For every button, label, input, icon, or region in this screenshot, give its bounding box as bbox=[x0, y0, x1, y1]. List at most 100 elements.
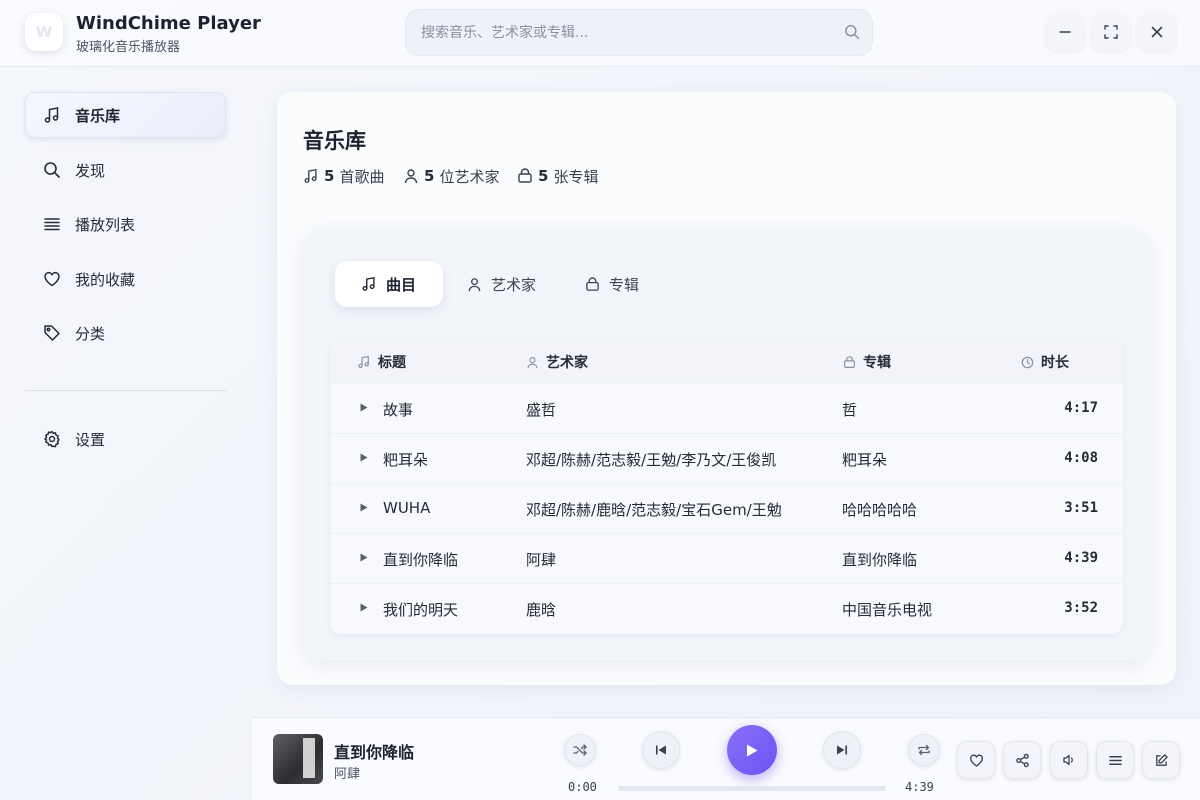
stat-songs-label: 首歌曲 bbox=[339, 167, 385, 186]
stat-albums-label: 张专辑 bbox=[553, 167, 599, 186]
track-title-cell: 我们的明天 bbox=[383, 601, 459, 619]
table-row[interactable]: 粑耳朵 邓超/陈赫/范志毅/王勉/李乃文/王俊凯 粑耳朵 4:08 bbox=[330, 433, 1123, 483]
sidebar-item-label: 设置 bbox=[75, 430, 106, 449]
minimize-icon bbox=[1059, 26, 1071, 38]
stat-songs: 5 首歌曲 bbox=[303, 166, 384, 186]
track-artist-cell: 阿肆 bbox=[526, 551, 557, 569]
track-title-cell: 直到你降临 bbox=[383, 551, 459, 569]
sidebar-item-label: 我的收藏 bbox=[75, 270, 136, 289]
sidebar: 音乐库 发现 播放列表 我的收藏 分类 设置 bbox=[0, 67, 252, 717]
play-pause-button[interactable] bbox=[727, 725, 777, 775]
previous-button[interactable] bbox=[642, 731, 680, 769]
column-header-title[interactable]: 标题 bbox=[357, 352, 406, 372]
clock-icon bbox=[1021, 356, 1034, 369]
play-icon[interactable] bbox=[360, 603, 368, 612]
play-icon bbox=[745, 743, 759, 758]
current-time: 0:00 bbox=[568, 780, 597, 794]
track-album-cell: 粑耳朵 bbox=[842, 451, 888, 469]
tab-artists[interactable]: 艺术家 bbox=[441, 261, 559, 307]
track-duration-cell: 3:51 bbox=[1064, 500, 1098, 516]
tab-albums[interactable]: 专辑 bbox=[559, 261, 663, 307]
sidebar-item-playlists[interactable]: 播放列表 bbox=[25, 201, 226, 247]
column-header-album[interactable]: 专辑 bbox=[843, 352, 891, 372]
sidebar-item-label: 播放列表 bbox=[75, 215, 136, 234]
user-icon bbox=[467, 277, 482, 292]
search-input[interactable] bbox=[421, 9, 831, 56]
heart-icon bbox=[42, 269, 62, 289]
track-album-cell: 中国音乐电视 bbox=[842, 601, 933, 619]
column-header-label: 艺术家 bbox=[546, 355, 588, 371]
play-icon[interactable] bbox=[360, 553, 368, 562]
volume-icon bbox=[1062, 753, 1076, 767]
sidebar-item-favorites[interactable]: 我的收藏 bbox=[25, 256, 226, 302]
table-row[interactable]: 故事 盛哲 哲 4:17 bbox=[330, 383, 1123, 433]
play-icon[interactable] bbox=[360, 453, 368, 462]
edit-icon bbox=[1154, 753, 1169, 768]
sidebar-item-categories[interactable]: 分类 bbox=[25, 310, 226, 356]
now-playing-artist: 阿肆 bbox=[334, 767, 361, 782]
search-icon[interactable] bbox=[844, 24, 860, 40]
queue-button[interactable] bbox=[1096, 741, 1134, 779]
tab-label: 专辑 bbox=[609, 275, 640, 294]
minimize-button[interactable] bbox=[1046, 13, 1084, 51]
column-header-duration[interactable]: 时长 bbox=[1021, 352, 1069, 372]
track-duration-cell: 4:08 bbox=[1064, 450, 1098, 466]
stat-albums: 5 张专辑 bbox=[517, 166, 598, 186]
track-artist-cell: 鹿晗 bbox=[526, 601, 557, 619]
table-row[interactable]: 直到你降临 阿肆 直到你降临 4:39 bbox=[330, 533, 1123, 583]
track-duration-cell: 4:39 bbox=[1064, 550, 1098, 566]
table-row[interactable]: WUHA 邓超/陈赫/鹿晗/范志毅/宝石Gem/王勉 哈哈哈哈哈 3:51 bbox=[330, 483, 1123, 533]
stat-songs-count: 5 bbox=[324, 167, 335, 185]
music-note-icon bbox=[303, 168, 319, 184]
tab-tracks[interactable]: 曲目 bbox=[335, 261, 443, 307]
track-artist-cell: 邓超/陈赫/鹿晗/范志毅/宝石Gem/王勉 bbox=[526, 501, 782, 519]
column-header-artist[interactable]: 艺术家 bbox=[526, 352, 588, 372]
tag-icon bbox=[42, 323, 62, 343]
sidebar-item-library[interactable]: 音乐库 bbox=[25, 92, 226, 138]
progress-bar[interactable] bbox=[618, 786, 886, 791]
shuffle-button[interactable] bbox=[564, 734, 596, 766]
maximize-button[interactable] bbox=[1092, 13, 1130, 51]
stat-artists-label: 位艺术家 bbox=[439, 167, 500, 186]
music-note-icon bbox=[357, 355, 371, 369]
app-subtitle: 玻璃化音乐播放器 bbox=[76, 40, 181, 55]
sidebar-item-label: 音乐库 bbox=[75, 106, 121, 125]
sidebar-divider bbox=[25, 390, 226, 391]
table-row[interactable]: 我们的明天 鹿晗 中国音乐电视 3:52 bbox=[330, 583, 1123, 633]
previous-icon bbox=[655, 744, 667, 756]
search-box[interactable] bbox=[405, 9, 873, 56]
edit-button[interactable] bbox=[1142, 741, 1180, 779]
close-button[interactable] bbox=[1138, 13, 1176, 51]
album-icon bbox=[843, 355, 856, 369]
share-button[interactable] bbox=[1003, 741, 1041, 779]
track-title-cell: 粑耳朵 bbox=[383, 451, 429, 469]
gear-icon bbox=[42, 429, 62, 449]
heart-icon bbox=[969, 753, 984, 768]
album-icon bbox=[585, 276, 600, 292]
close-icon bbox=[1151, 26, 1163, 38]
app-logo: W bbox=[25, 13, 63, 51]
next-icon bbox=[836, 744, 848, 756]
tab-label: 艺术家 bbox=[491, 275, 537, 294]
track-duration-cell: 3:52 bbox=[1064, 600, 1098, 616]
sidebar-item-settings[interactable]: 设置 bbox=[25, 416, 226, 462]
column-header-label: 标题 bbox=[378, 355, 406, 371]
volume-button[interactable] bbox=[1050, 741, 1088, 779]
list-icon bbox=[42, 214, 62, 234]
column-header-label: 时长 bbox=[1041, 355, 1069, 371]
sidebar-item-discover[interactable]: 发现 bbox=[25, 147, 226, 193]
track-title-cell: WUHA bbox=[383, 499, 431, 517]
queue-icon bbox=[1108, 753, 1123, 768]
play-icon[interactable] bbox=[360, 403, 368, 412]
page-title: 音乐库 bbox=[303, 129, 366, 153]
next-button[interactable] bbox=[823, 731, 861, 769]
repeat-button[interactable] bbox=[908, 734, 940, 766]
stat-artists: 5 位艺术家 bbox=[403, 166, 499, 186]
table-header: 标题 艺术家 专辑 时长 bbox=[330, 338, 1123, 383]
play-icon[interactable] bbox=[360, 503, 368, 512]
sidebar-item-label: 分类 bbox=[75, 324, 106, 343]
favorite-button[interactable] bbox=[957, 741, 995, 779]
app-title: WindChime Player bbox=[76, 13, 261, 34]
share-icon bbox=[1015, 753, 1030, 768]
album-art[interactable] bbox=[273, 734, 323, 784]
